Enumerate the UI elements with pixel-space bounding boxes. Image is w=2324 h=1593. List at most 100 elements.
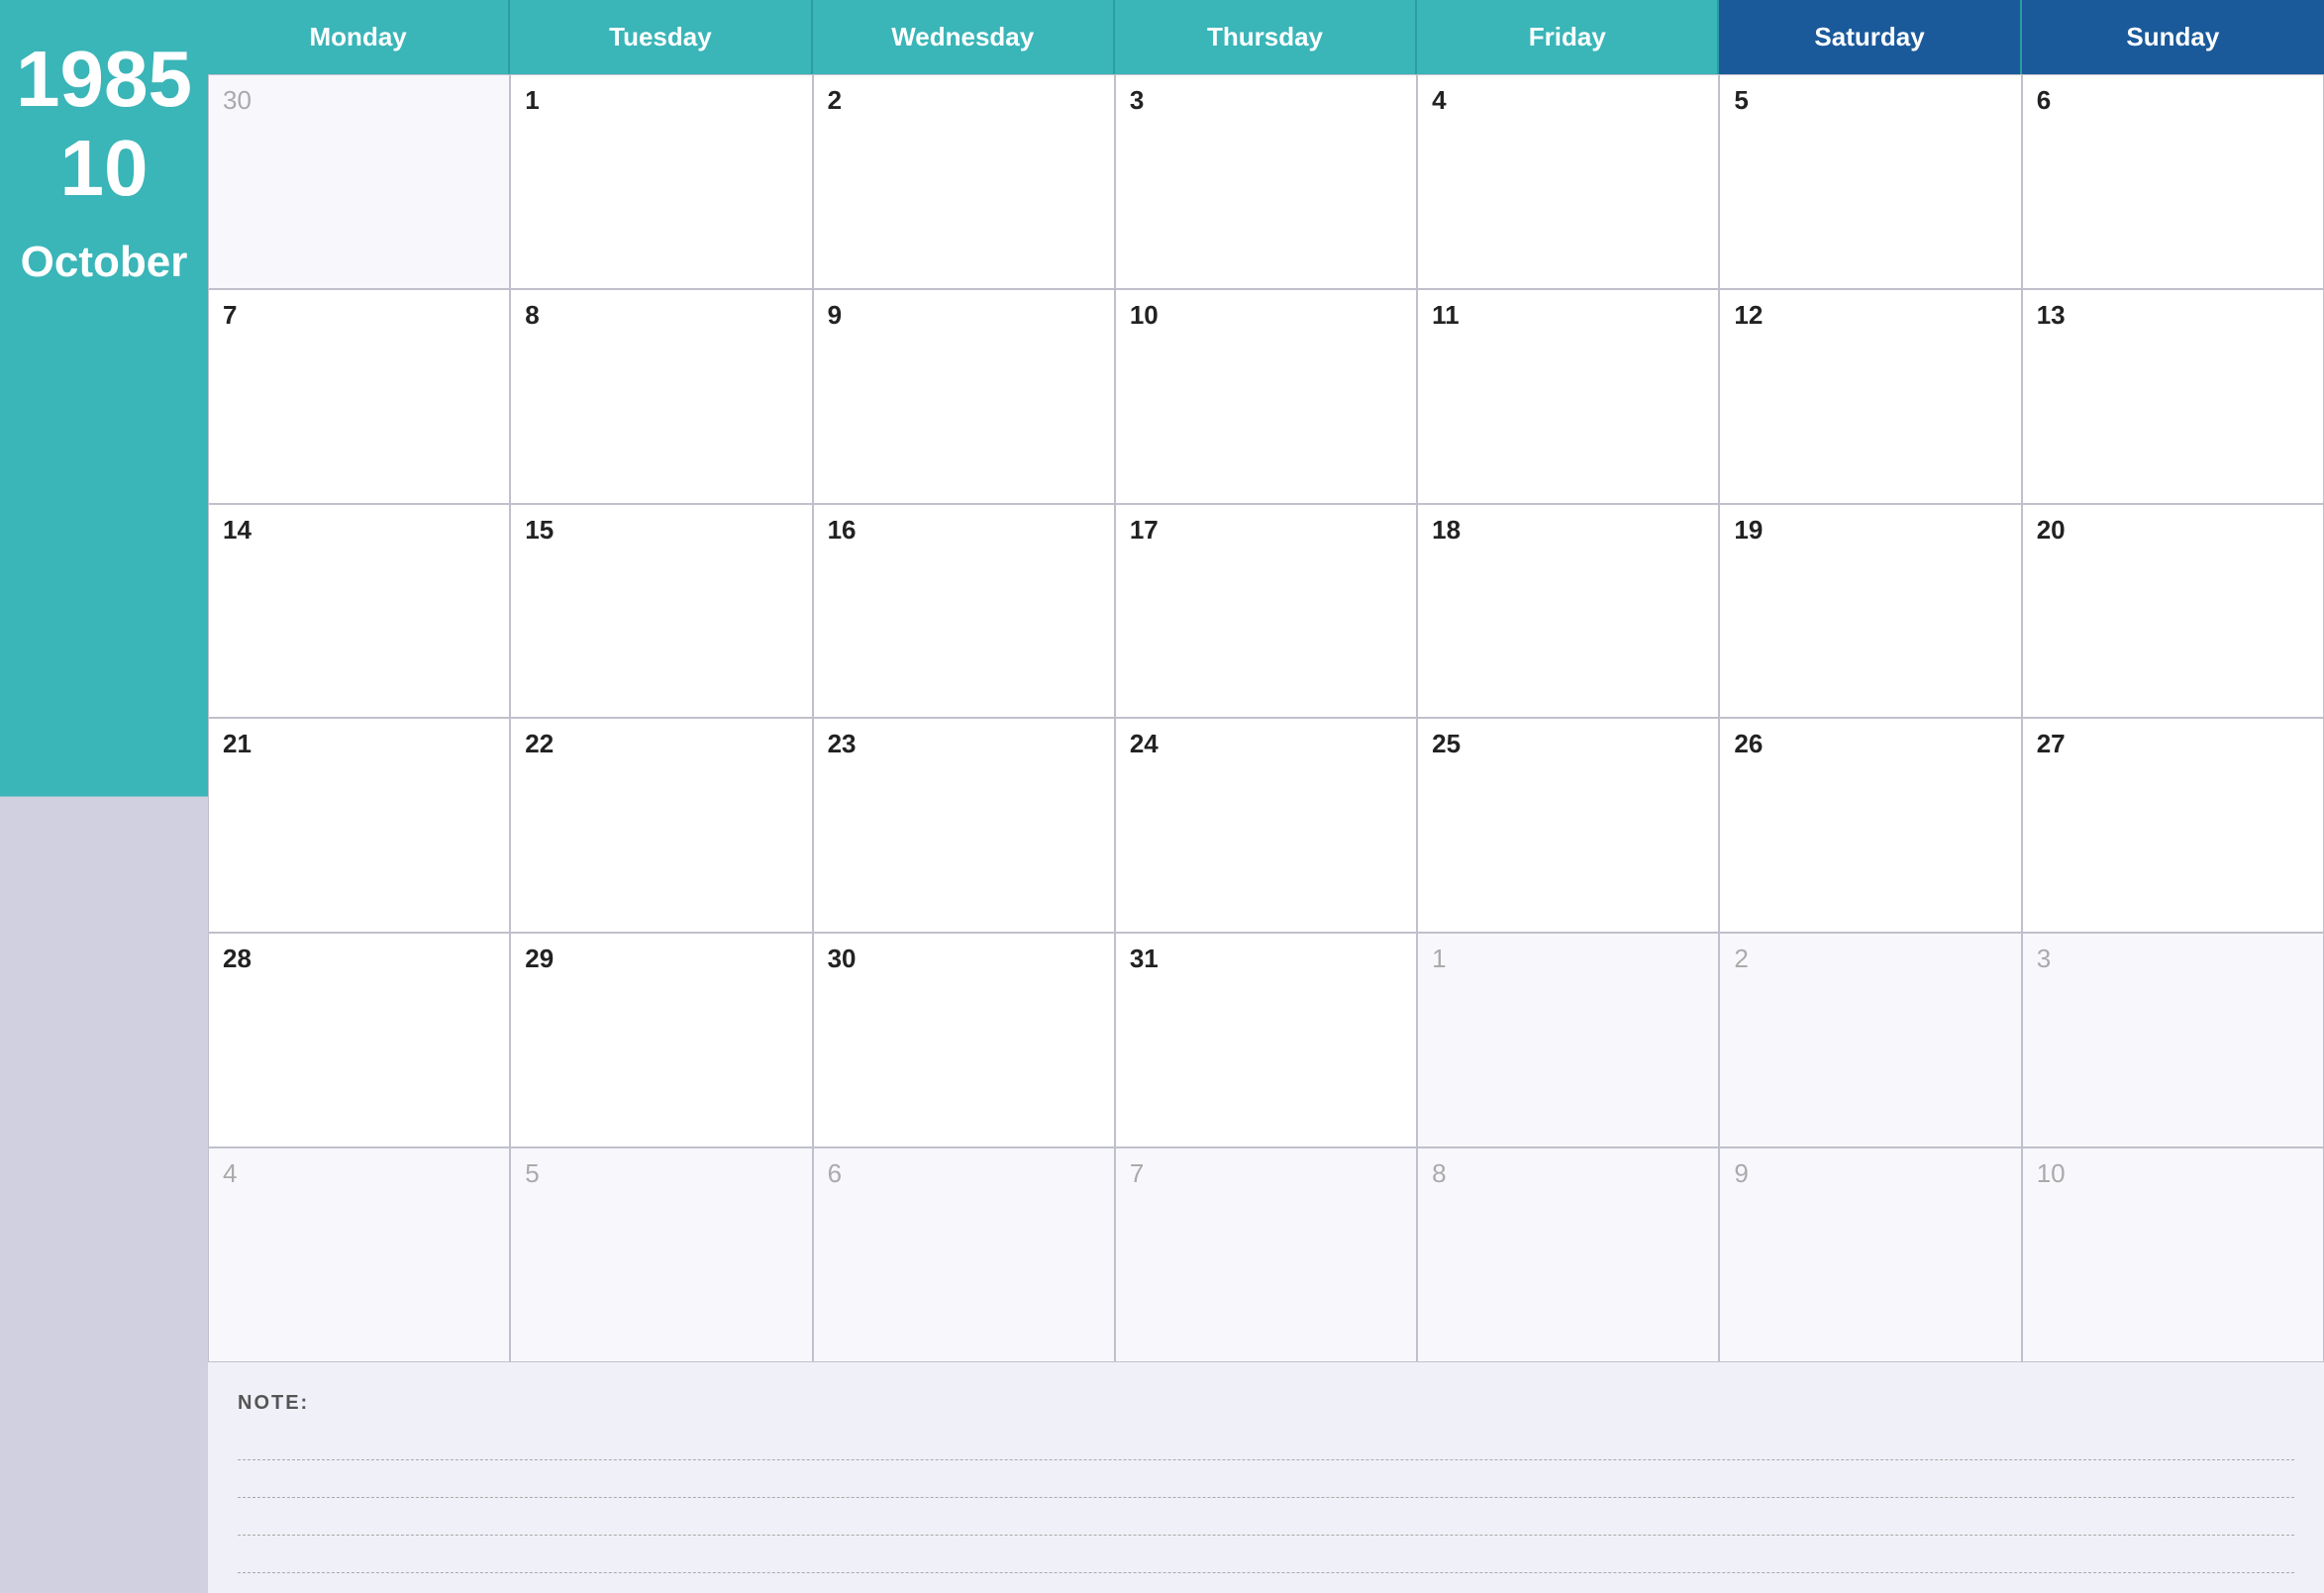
day-number: 27 [2037, 729, 2066, 758]
day-cell[interactable]: 7 [1115, 1147, 1417, 1362]
day-cell[interactable]: 3 [1115, 74, 1417, 289]
day-cell[interactable]: 1 [510, 74, 812, 289]
day-cell[interactable]: 9 [813, 289, 1115, 504]
day-number: 3 [2037, 944, 2051, 973]
note-line-4 [238, 1536, 2294, 1573]
day-number: 23 [828, 729, 857, 758]
day-cell[interactable]: 8 [510, 289, 812, 504]
day-cell[interactable]: 25 [1417, 718, 1719, 933]
sidebar: 1985 10 October [0, 0, 208, 1593]
notes-section: NOTE: [208, 1362, 2324, 1593]
day-number: 20 [2037, 515, 2066, 545]
day-number: 29 [525, 944, 554, 973]
header-cell-thursday: Thursday [1115, 0, 1417, 74]
day-cell[interactable]: 19 [1719, 504, 2021, 719]
day-number: 6 [828, 1158, 842, 1188]
header-cell-saturday: Saturday [1719, 0, 2021, 74]
day-number: 22 [525, 729, 554, 758]
day-number: 7 [223, 300, 237, 330]
day-cell[interactable]: 27 [2022, 718, 2324, 933]
day-number: 4 [223, 1158, 237, 1188]
calendar-container: 1985 10 October MondayTuesdayWednesdayTh… [0, 0, 2324, 1593]
day-number: 8 [1432, 1158, 1446, 1188]
day-cell[interactable]: 6 [813, 1147, 1115, 1362]
day-cell[interactable]: 28 [208, 933, 510, 1147]
day-number: 18 [1432, 515, 1461, 545]
day-cell[interactable]: 21 [208, 718, 510, 933]
day-cell[interactable]: 23 [813, 718, 1115, 933]
calendar-header: MondayTuesdayWednesdayThursdayFridaySatu… [208, 0, 2324, 74]
day-cell[interactable]: 31 [1115, 933, 1417, 1147]
day-cell[interactable]: 9 [1719, 1147, 2021, 1362]
day-number: 14 [223, 515, 252, 545]
day-number: 6 [2037, 85, 2051, 115]
day-number: 3 [1130, 85, 1144, 115]
day-number: 7 [1130, 1158, 1144, 1188]
header-cell-friday: Friday [1417, 0, 1719, 74]
sidebar-year: 1985 [16, 40, 192, 119]
day-cell[interactable]: 29 [510, 933, 812, 1147]
note-line-3 [238, 1498, 2294, 1536]
day-number: 2 [828, 85, 842, 115]
day-cell[interactable]: 30 [208, 74, 510, 289]
day-number: 21 [223, 729, 252, 758]
day-number: 15 [525, 515, 554, 545]
sidebar-month: October [21, 238, 188, 287]
day-cell[interactable]: 14 [208, 504, 510, 719]
header-cell-tuesday: Tuesday [510, 0, 812, 74]
day-cell[interactable]: 10 [1115, 289, 1417, 504]
day-cell[interactable]: 7 [208, 289, 510, 504]
day-cell[interactable]: 13 [2022, 289, 2324, 504]
day-cell[interactable]: 26 [1719, 718, 2021, 933]
day-cell[interactable]: 1 [1417, 933, 1719, 1147]
day-number: 5 [1734, 85, 1748, 115]
day-cell[interactable]: 24 [1115, 718, 1417, 933]
day-cell[interactable]: 2 [813, 74, 1115, 289]
day-number: 25 [1432, 729, 1461, 758]
day-number: 31 [1130, 944, 1159, 973]
day-cell[interactable]: 22 [510, 718, 812, 933]
day-cell[interactable]: 3 [2022, 933, 2324, 1147]
day-cell[interactable]: 2 [1719, 933, 2021, 1147]
day-cell[interactable]: 5 [1719, 74, 2021, 289]
header-cell-sunday: Sunday [2022, 0, 2324, 74]
day-number: 2 [1734, 944, 1748, 973]
day-cell[interactable]: 8 [1417, 1147, 1719, 1362]
day-number: 17 [1130, 515, 1159, 545]
day-number: 28 [223, 944, 252, 973]
notes-label: NOTE: [238, 1392, 2294, 1415]
day-cell[interactable]: 10 [2022, 1147, 2324, 1362]
calendar-grid: 3012345678910111213141516171819202122232… [208, 74, 2324, 1362]
day-number: 8 [525, 300, 539, 330]
day-cell[interactable]: 17 [1115, 504, 1417, 719]
day-cell[interactable]: 20 [2022, 504, 2324, 719]
day-cell[interactable]: 30 [813, 933, 1115, 1147]
day-cell[interactable]: 12 [1719, 289, 2021, 504]
day-number: 10 [2037, 1158, 2066, 1188]
day-number: 10 [1130, 300, 1159, 330]
day-cell[interactable]: 4 [208, 1147, 510, 1362]
header-cell-wednesday: Wednesday [813, 0, 1115, 74]
note-line-1 [238, 1423, 2294, 1460]
header-cell-monday: Monday [208, 0, 510, 74]
day-number: 9 [1734, 1158, 1748, 1188]
day-cell[interactable]: 5 [510, 1147, 812, 1362]
day-cell[interactable]: 18 [1417, 504, 1719, 719]
sidebar-day: 10 [60, 129, 149, 208]
day-number: 12 [1734, 300, 1763, 330]
day-cell[interactable]: 11 [1417, 289, 1719, 504]
day-cell[interactable]: 6 [2022, 74, 2324, 289]
day-number: 1 [525, 85, 539, 115]
day-cell[interactable]: 15 [510, 504, 812, 719]
note-line-2 [238, 1460, 2294, 1498]
day-number: 5 [525, 1158, 539, 1188]
day-number: 16 [828, 515, 857, 545]
day-number: 30 [828, 944, 857, 973]
day-cell[interactable]: 16 [813, 504, 1115, 719]
day-number: 1 [1432, 944, 1446, 973]
day-number: 26 [1734, 729, 1763, 758]
calendar-main: MondayTuesdayWednesdayThursdayFridaySatu… [208, 0, 2324, 1593]
day-cell[interactable]: 4 [1417, 74, 1719, 289]
day-number: 13 [2037, 300, 2066, 330]
day-number: 24 [1130, 729, 1159, 758]
